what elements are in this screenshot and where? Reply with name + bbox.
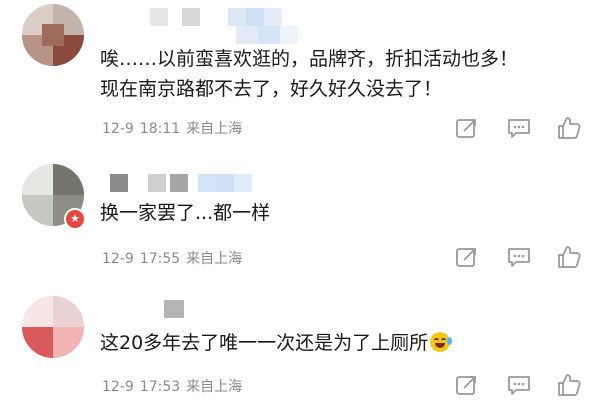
comment-text-line: 这20多年去了唯一一次还是为了上厕所 [100,328,453,358]
share-icon[interactable] [454,115,480,141]
comment-meta: 12-9 18:11 来自上海 [102,118,248,138]
comment-date: 12-9 [102,121,134,137]
comment-time: 17:53 [139,379,181,395]
username-blurred[interactable] [150,8,282,26]
comment-location: 来自上海 [186,121,243,137]
comment-actions [454,372,584,398]
comment-meta: 12-9 17:53 来自上海 [102,376,248,396]
username-blurred[interactable] [110,174,252,192]
comment-actions [454,244,584,270]
like-icon[interactable] [556,115,582,141]
comment-actions [454,115,584,141]
like-icon[interactable] [556,372,582,398]
comment-text-line: 换一家罢了...都一样 [100,202,271,224]
avatar[interactable] [22,296,84,358]
like-icon[interactable] [556,244,582,270]
avatar[interactable] [22,4,84,66]
comment-text: 唉……以前蛮喜欢逛的，品牌齐，折扣活动也多！ 现在南京路都不去了，好久好久没去了… [100,44,518,104]
share-icon[interactable] [454,372,480,398]
comment-item: 唉……以前蛮喜欢逛的，品牌齐，折扣活动也多！ 现在南京路都不去了，好久好久没去了… [0,0,600,150]
comment-item: ★ 换一家罢了...都一样 12-9 17:55 来自上海 [0,150,600,280]
comment-icon[interactable] [506,372,532,398]
username-blurred[interactable] [164,300,184,318]
comment-icon[interactable] [506,115,532,141]
comment-time: 17:55 [139,251,181,267]
comment-location: 来自上海 [186,379,243,395]
username-blurred-line2 [236,26,298,44]
comment-text-content: 这20多年去了唯一一次还是为了上厕所 [100,332,429,354]
comment-time: 18:11 [139,121,181,137]
vip-badge-icon: ★ [64,208,86,230]
comment-date: 12-9 [102,251,134,267]
share-icon[interactable] [454,244,480,270]
comment-text: 这20多年去了唯一一次还是为了上厕所 [100,328,453,358]
comment-text-line: 现在南京路都不去了，好久好久没去了！ [100,78,443,100]
comment-meta: 12-9 17:55 来自上海 [102,248,248,268]
comment-text: 换一家罢了...都一样 [100,198,270,228]
comment-date: 12-9 [102,379,134,395]
comment-location: 来自上海 [186,251,243,267]
comment-item: 这20多年去了唯一一次还是为了上厕所 12-9 17:53 来自上海 [0,280,600,412]
comment-icon[interactable] [506,244,532,270]
laugh-cry-emoji-icon [430,332,453,352]
comment-text-line: 唉……以前蛮喜欢逛的，品牌齐，折扣活动也多！ [100,48,519,70]
